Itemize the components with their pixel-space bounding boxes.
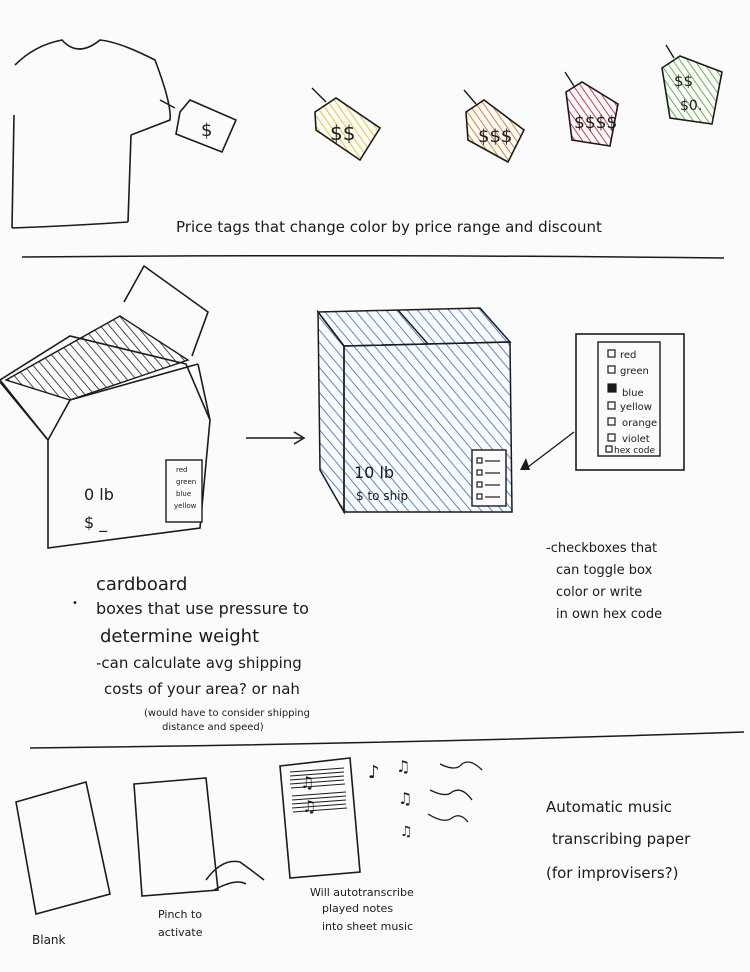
tshirt-icon xyxy=(11,39,172,229)
sound-wave-icon xyxy=(429,789,473,801)
box-weight: 10 lb xyxy=(354,463,394,482)
checkmark-icon xyxy=(607,383,617,393)
label-pinch: activate xyxy=(158,926,203,939)
price-tag-green: $$ $0. xyxy=(661,44,723,125)
tag-symbol: $$ xyxy=(674,72,693,90)
note-icon: ♫ xyxy=(302,797,316,816)
note-icon: ♫ xyxy=(396,757,410,776)
tag-symbol: $$$ xyxy=(478,126,512,147)
option-label: yellow xyxy=(620,402,652,413)
color-checkbox-panel[interactable]: red green blue yellow orange violet hex … xyxy=(575,333,685,471)
tag-symbol: $ xyxy=(201,120,212,141)
option-label: red xyxy=(620,350,636,361)
box-price: $ to ship xyxy=(356,489,408,503)
sketch-canvas: $ $$ $$$ $$$$ $$ $0. Price tags that cha… xyxy=(0,39,745,947)
option-label: green xyxy=(620,366,649,377)
note-line: in own hex code xyxy=(556,607,662,622)
label-auto: played notes xyxy=(322,902,393,915)
box-price: $ _ xyxy=(84,513,108,533)
section-cardboard: 0 lb $ _ red green blue yellow 10 lb $ t… xyxy=(0,264,685,733)
note-line: (would have to consider shipping xyxy=(144,708,310,719)
note-line: color or write xyxy=(556,585,642,600)
section-price-tags: $ $$ $$$ $$$$ $$ $0. Price tags that cha… xyxy=(11,39,723,236)
title-line: transcribing paper xyxy=(552,830,691,848)
label-blank: Blank xyxy=(32,933,66,947)
pointer-line xyxy=(523,431,575,471)
cardboard-box-blue: 10 lb $ to ship xyxy=(316,307,513,515)
title-line: (for improvisers?) xyxy=(546,864,678,882)
divider xyxy=(29,731,745,749)
note-icon: ♫ xyxy=(300,773,314,792)
pointer-tip-icon xyxy=(520,458,530,470)
tag-symbol: $0. xyxy=(680,98,702,114)
note-line: can toggle box xyxy=(556,563,653,578)
mini-option: yellow xyxy=(174,502,197,510)
tag-symbol: $$ xyxy=(330,121,355,145)
note-icon: ♫ xyxy=(398,789,412,808)
sound-wave-icon xyxy=(427,813,469,823)
price-tag-white: $ xyxy=(159,99,238,154)
label-auto: into sheet music xyxy=(322,920,413,933)
label-auto: Will autotranscribe xyxy=(310,886,414,899)
price-tag-orange: $$$ xyxy=(463,89,526,164)
sound-wave-icon xyxy=(439,761,483,771)
note-line: costs of your area? or nah xyxy=(104,680,300,698)
note-line: -can calculate avg shipping xyxy=(96,654,302,672)
paper-blank xyxy=(15,780,111,916)
option-label: blue xyxy=(622,388,644,399)
mini-option: red xyxy=(176,466,187,474)
bullet-dot: • xyxy=(72,598,78,609)
mini-option: blue xyxy=(176,490,191,498)
cardboard-box-small: 0 lb $ _ red green blue yellow xyxy=(0,264,211,549)
price-tag-red: $$$$ xyxy=(564,71,619,147)
option-label: violet xyxy=(622,434,650,445)
note-line: distance and speed) xyxy=(162,722,264,733)
label-pinch: Pinch to xyxy=(158,908,202,921)
paper-pinch xyxy=(133,777,219,897)
divider xyxy=(21,254,725,259)
note-line: determine weight xyxy=(100,626,259,647)
arrow-icon xyxy=(246,431,306,445)
note-icon: ♪ xyxy=(368,762,380,783)
note-line: cardboard xyxy=(96,574,187,595)
option-label: hex code xyxy=(614,446,655,456)
tag-symbol: $$$$ xyxy=(574,113,617,133)
price-tag-yellow: $$ xyxy=(311,87,382,162)
box-weight: 0 lb xyxy=(84,485,114,504)
title-line: Automatic music xyxy=(546,798,672,816)
checkbox-option-hex[interactable]: hex code xyxy=(605,445,655,456)
paper-sheet-music: ♫ ♫ xyxy=(279,757,361,879)
section-music-paper: Blank Pinch to activate ♫ ♫ Will autotra… xyxy=(15,757,691,947)
option-label: orange xyxy=(622,418,657,429)
note-line: -checkboxes that xyxy=(546,541,657,556)
note-icon: ♫ xyxy=(400,824,413,840)
note-line: boxes that use pressure to xyxy=(96,599,309,618)
caption-price-tags: Price tags that change color by price ra… xyxy=(176,218,602,236)
mini-option: green xyxy=(176,478,196,486)
